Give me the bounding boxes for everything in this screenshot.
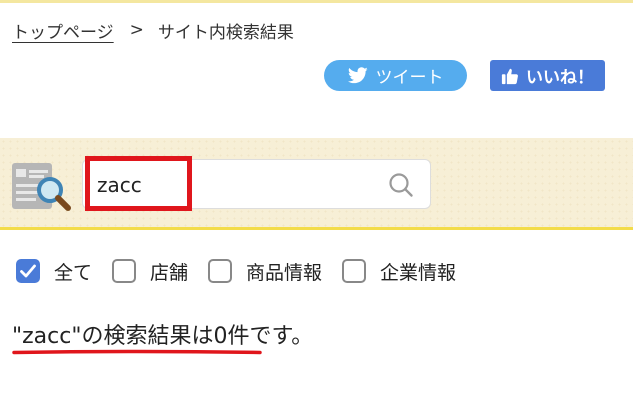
filter-all[interactable]: 全て bbox=[16, 258, 92, 285]
checkbox-company-info[interactable] bbox=[342, 259, 367, 283]
breadcrumb: トップページ > サイト内検索結果 bbox=[12, 18, 294, 43]
twitter-bird-icon bbox=[347, 67, 368, 84]
breadcrumb-current: サイト内検索結果 bbox=[157, 22, 294, 43]
filter-label-all: 全て bbox=[54, 261, 93, 284]
like-label: いいね！ bbox=[526, 68, 594, 88]
filter-product-info[interactable]: 商品情報 bbox=[208, 258, 322, 285]
tweet-button[interactable]: ツイート bbox=[324, 60, 467, 91]
search-band bbox=[0, 138, 633, 230]
filter-group: 全て 店舗 商品情報 企業情報 bbox=[16, 256, 476, 286]
checkmark-icon bbox=[20, 264, 36, 278]
thumbs-up-icon bbox=[501, 68, 518, 84]
search-result-text: "zacc"の検索結果は0件です。 bbox=[12, 324, 314, 349]
filter-label-store: 店舗 bbox=[150, 261, 189, 284]
breadcrumb-separator: > bbox=[129, 20, 144, 40]
like-button[interactable]: いいね！ bbox=[490, 60, 605, 91]
document-search-icon bbox=[12, 163, 71, 211]
annotation-underline bbox=[12, 349, 262, 355]
filter-label-product-info: 商品情報 bbox=[246, 261, 323, 284]
checkbox-product-info[interactable] bbox=[208, 259, 233, 283]
top-border bbox=[0, 0, 633, 3]
filter-company-info[interactable]: 企業情報 bbox=[342, 258, 456, 285]
filter-label-company-info: 企業情報 bbox=[380, 261, 457, 284]
checkbox-all[interactable] bbox=[16, 259, 40, 283]
filter-store[interactable]: 店舗 bbox=[112, 258, 188, 285]
search-input[interactable] bbox=[97, 172, 377, 198]
search-box bbox=[82, 159, 431, 209]
checkbox-store[interactable] bbox=[112, 259, 137, 283]
breadcrumb-home-link[interactable]: トップページ bbox=[12, 18, 114, 43]
tweet-label: ツイート bbox=[375, 68, 444, 88]
search-icon[interactable] bbox=[388, 172, 414, 198]
